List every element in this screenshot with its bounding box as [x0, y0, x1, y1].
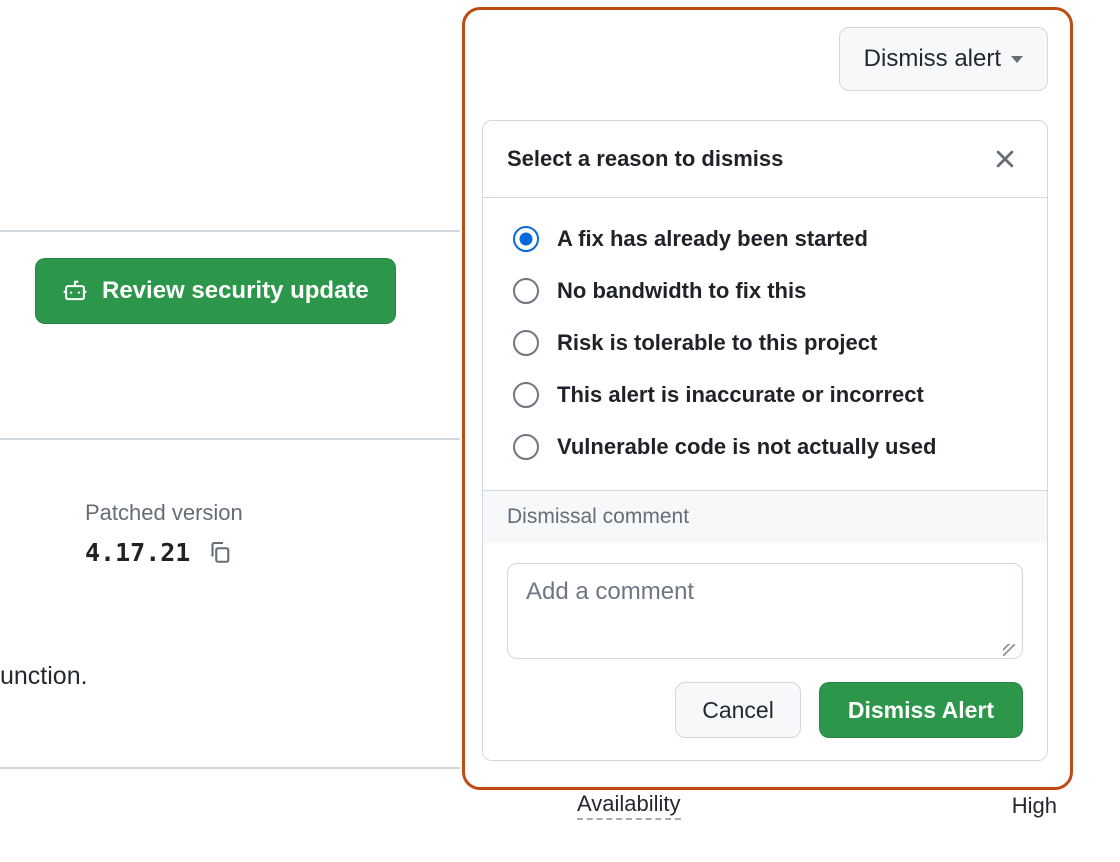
dismiss-reason-option[interactable]: A fix has already been started [513, 226, 1017, 252]
dismissal-comment-input[interactable] [507, 563, 1023, 659]
patched-version-label: Patched version [85, 500, 243, 526]
dismiss-alert-dropdown-label: Dismiss alert [864, 45, 1001, 73]
dismiss-reason-option[interactable]: Risk is tolerable to this project [513, 330, 1017, 356]
patched-version-value: 4.17.21 [85, 538, 190, 567]
close-icon [994, 148, 1016, 170]
radio-icon [513, 330, 539, 356]
radio-icon [513, 434, 539, 460]
availability-value: High [1012, 793, 1057, 819]
dependabot-icon [62, 278, 88, 304]
truncated-description-text: unction. [0, 662, 88, 691]
dismiss-alert-dropdown-button[interactable]: Dismiss alert [839, 27, 1048, 91]
radio-icon [513, 226, 539, 252]
dismiss-reason-panel: Select a reason to dismiss A fix has alr… [482, 120, 1048, 761]
availability-row: Availability High [577, 791, 1057, 820]
close-panel-button[interactable] [985, 139, 1025, 179]
dismiss-alert-confirm-button[interactable]: Dismiss Alert [819, 682, 1023, 738]
dismiss-reason-option[interactable]: No bandwidth to fix this [513, 278, 1017, 304]
patched-version-block: Patched version 4.17.21 [85, 500, 243, 568]
dismiss-reason-option[interactable]: This alert is inaccurate or incorrect [513, 382, 1017, 408]
dismiss-panel-title: Select a reason to dismiss [507, 146, 783, 172]
dismiss-reason-option[interactable]: Vulnerable code is not actually used [513, 434, 1017, 460]
dismiss-reason-label: No bandwidth to fix this [557, 278, 806, 304]
radio-icon [513, 278, 539, 304]
dismiss-alert-region: Dismiss alert Select a reason to dismiss… [462, 7, 1073, 790]
copy-version-button[interactable] [204, 536, 236, 568]
radio-icon [513, 382, 539, 408]
dismissal-comment-label: Dismissal comment [483, 490, 1047, 543]
dismiss-reason-label: Vulnerable code is not actually used [557, 434, 936, 460]
dismiss-reason-label: Risk is tolerable to this project [557, 330, 877, 356]
dismiss-reason-label: This alert is inaccurate or incorrect [557, 382, 924, 408]
availability-label: Availability [577, 791, 681, 820]
dismiss-reason-label: A fix has already been started [557, 226, 868, 252]
review-security-update-label: Review security update [102, 277, 369, 305]
copy-icon [208, 540, 232, 564]
chevron-down-icon [1011, 56, 1023, 63]
cancel-button[interactable]: Cancel [675, 682, 801, 738]
review-security-update-button[interactable]: Review security update [35, 258, 396, 324]
